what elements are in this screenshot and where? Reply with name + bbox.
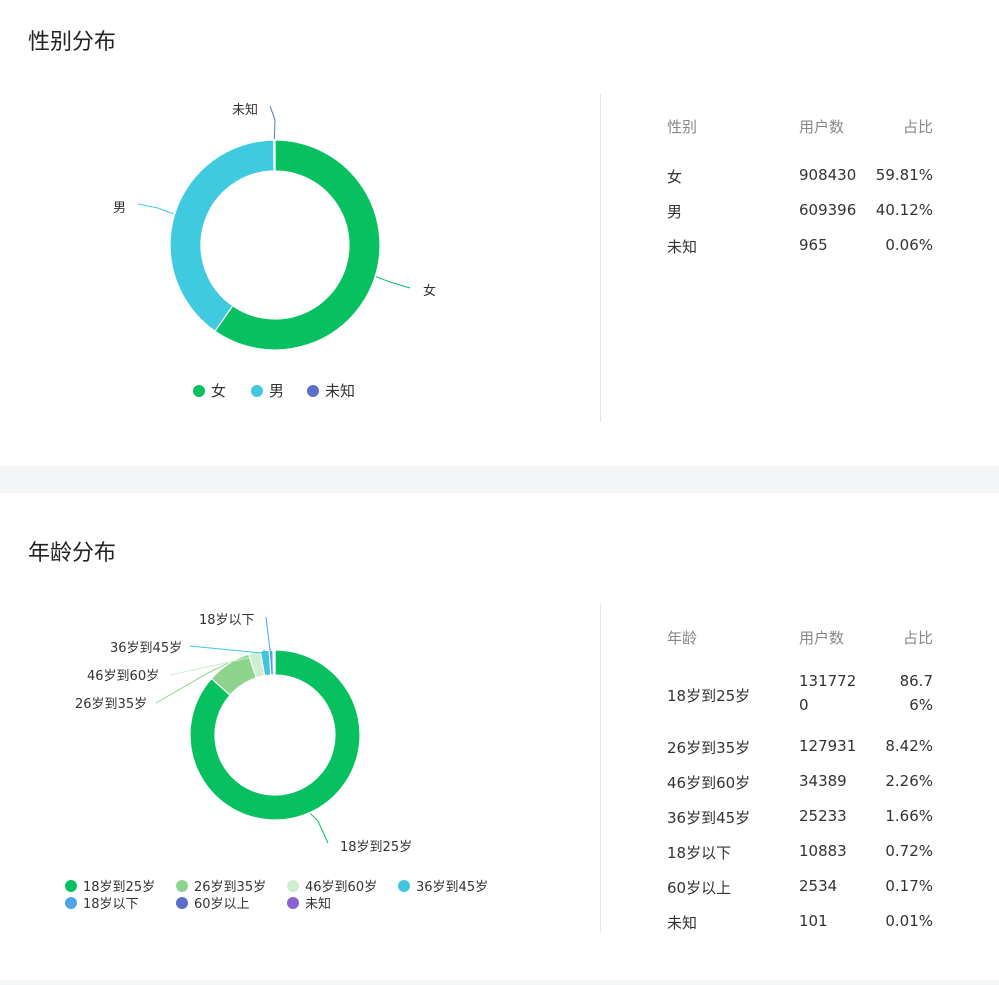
legend-label-0: 女 <box>211 382 226 400</box>
gender-row-label: 未知 <box>667 238 698 256</box>
legend-marker-1 <box>251 385 263 397</box>
leader-line-2 <box>269 105 276 140</box>
gender-header-label: 性别 <box>667 118 698 136</box>
slice-label-0: 18岁到25岁 <box>340 840 412 855</box>
slice-label-4: 18岁以下 <box>199 613 255 628</box>
legend-label-6: 未知 <box>305 896 331 912</box>
donut-slice-1[interactable] <box>169 139 275 332</box>
age-row-pct: 0.72% <box>885 842 933 860</box>
gender-row-pct: 0.06% <box>885 236 933 254</box>
legend-item-1[interactable]: 26岁到35岁 <box>176 880 266 895</box>
age-header-count: 用户数 <box>799 629 845 647</box>
legend-label-0: 18岁到25岁 <box>83 880 155 895</box>
legend-label-1: 男 <box>269 382 284 400</box>
age-divider <box>600 603 601 933</box>
legend-item-2[interactable]: 46岁到60岁 <box>287 880 377 895</box>
legend-item-4[interactable]: 18岁以下 <box>65 897 139 912</box>
age-table-row: 18岁到25岁 1317720 86.76% <box>667 669 937 719</box>
age-table: 年龄 用户数 占比 18岁到25岁 1317720 86.76% 26岁到35岁… <box>667 627 937 932</box>
legend-label-2: 46岁到60岁 <box>305 880 377 895</box>
legend-marker-4 <box>65 897 77 909</box>
legend-label-2: 未知 <box>325 382 355 400</box>
gender-donut-chart: 女男未知女男未知 <box>113 102 436 400</box>
age-row-label: 26岁到35岁 <box>667 739 751 757</box>
age-row-pct: 0.17% <box>885 877 933 895</box>
age-header-label: 年龄 <box>667 629 698 647</box>
slice-label-0: 女 <box>423 283 436 299</box>
gender-divider <box>600 94 601 422</box>
age-row-pct: 86.76% <box>899 672 933 714</box>
gender-header-count: 用户数 <box>799 118 845 136</box>
legend-marker-0 <box>193 385 205 397</box>
leader-line-4 <box>265 616 272 652</box>
gender-table: 性别 用户数 占比 女 908430 59.81% 男 609396 40.12… <box>667 116 937 266</box>
legend-item-6[interactable]: 未知 <box>287 896 331 912</box>
age-row-count: 1317720 <box>799 672 857 714</box>
legend-item-0[interactable]: 女 <box>193 382 226 400</box>
age-header-pct: 占比 <box>902 629 933 647</box>
legend-marker-6 <box>287 897 299 909</box>
legend-marker-2 <box>287 880 299 892</box>
leader-line-0 <box>309 813 329 844</box>
legend-label-5: 60岁以上 <box>194 897 250 912</box>
age-row-label: 46岁到60岁 <box>667 774 751 792</box>
donut-slice-6[interactable] <box>273 649 276 676</box>
gender-row-count: 965 <box>799 236 828 254</box>
age-row-count: 2534 <box>799 877 838 895</box>
slice-label-2: 未知 <box>232 102 258 118</box>
age-row-label: 18岁到25岁 <box>667 687 751 705</box>
legend-item-5[interactable]: 60岁以上 <box>176 897 250 912</box>
age-card: 年龄分布 18岁到25岁 26岁到35岁 46岁到60岁 36岁到45岁 18岁以下 18… <box>0 493 999 980</box>
legend-marker-0 <box>65 880 77 892</box>
age-row-count: 101 <box>799 912 828 930</box>
legend-label-4: 18岁以下 <box>83 897 139 912</box>
gender-row-pct: 40.12% <box>875 201 933 219</box>
gender-row-count: 609396 <box>799 201 857 219</box>
slice-label-2: 46岁到60岁 <box>87 669 159 684</box>
slice-label-1: 26岁到35岁 <box>75 697 147 712</box>
age-row-count: 25233 <box>799 807 847 825</box>
gender-row-label: 男 <box>667 203 683 221</box>
age-row-label: 36岁到45岁 <box>667 809 751 827</box>
leader-line-1 <box>137 203 174 215</box>
leader-line-0 <box>375 276 411 289</box>
age-row-pct: 0.01% <box>885 912 933 930</box>
age-row-count: 10883 <box>799 842 847 860</box>
age-row-label: 18岁以下 <box>667 844 732 862</box>
age-row-pct: 8.42% <box>885 737 933 755</box>
legend-marker-1 <box>176 880 188 892</box>
gender-header-pct: 占比 <box>902 118 933 136</box>
age-row-count: 127931 <box>799 737 857 755</box>
gender-row-count: 908430 <box>799 166 857 184</box>
legend-marker-2 <box>307 385 319 397</box>
gender-card: 性别分布 女男未知女男未知 性别 用户数 占比 女 908430 59.81% … <box>0 0 999 466</box>
legend-item-3[interactable]: 36岁到45岁 <box>398 880 488 895</box>
legend-marker-5 <box>176 897 188 909</box>
age-donut-chart: 18岁到25岁 26岁到35岁 46岁到60岁 36岁到45岁 18岁以下 18岁到25岁… <box>65 613 488 912</box>
leader-line-3 <box>189 645 265 654</box>
age-row-label: 60岁以上 <box>667 879 732 897</box>
gender-row-pct: 59.81% <box>875 166 933 184</box>
legend-item-1[interactable]: 男 <box>251 382 284 400</box>
slice-label-1: 男 <box>113 201 126 216</box>
age-row-pct: 2.26% <box>885 772 933 790</box>
legend-label-1: 26岁到35岁 <box>194 880 266 895</box>
legend-marker-3 <box>398 880 410 892</box>
legend-label-3: 36岁到45岁 <box>416 880 488 895</box>
legend-item-0[interactable]: 18岁到25岁 <box>65 880 155 895</box>
age-row-pct: 1.66% <box>885 807 933 825</box>
gender-row-label: 女 <box>667 168 683 186</box>
age-row-count: 34389 <box>799 772 847 790</box>
donut-slice-2[interactable] <box>273 139 276 172</box>
slice-label-3: 36岁到45岁 <box>110 641 182 656</box>
age-row-label: 未知 <box>667 914 698 932</box>
legend-item-2[interactable]: 未知 <box>307 382 355 400</box>
